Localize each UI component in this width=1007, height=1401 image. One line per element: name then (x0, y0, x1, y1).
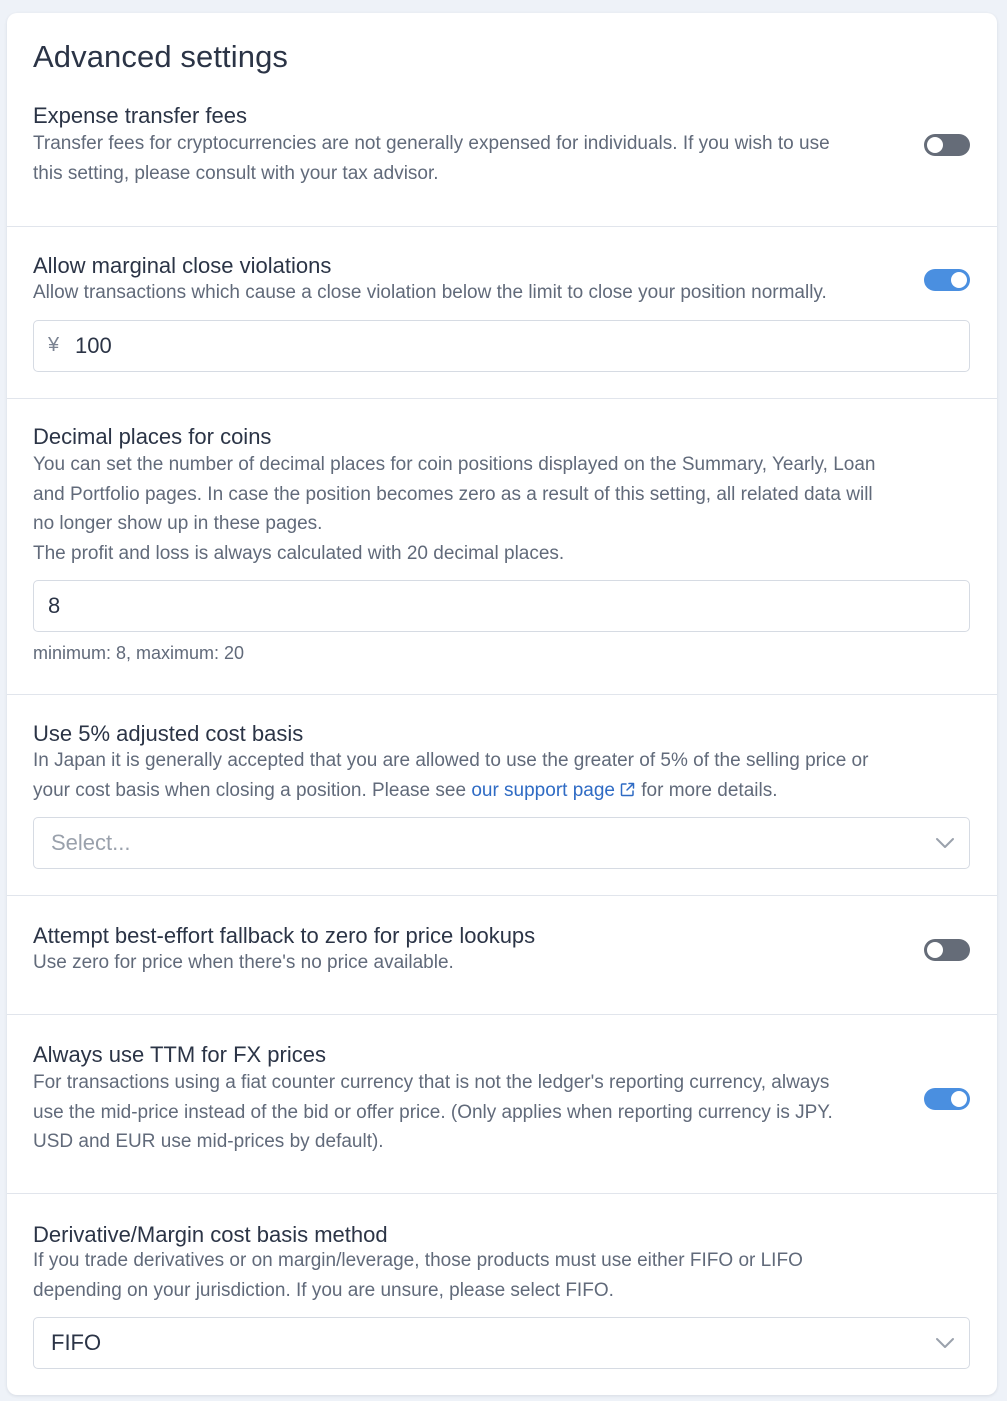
section-title: Use 5% adjusted cost basis (33, 721, 304, 746)
section-description: For transactions using a fiat counter cu… (33, 1072, 833, 1152)
section-decimal-places: Decimal places for coins You can set the… (7, 399, 997, 695)
selected-value: FIFO (51, 1330, 102, 1355)
marginal-limit-field[interactable]: ¥ (33, 320, 970, 372)
derivative-cost-basis-select[interactable]: FIFO (33, 1317, 970, 1369)
external-link-icon (620, 782, 635, 796)
section-description: You can set the number of decimal places… (33, 454, 876, 564)
marginal-close-violations-toggle[interactable] (924, 269, 970, 291)
chevron-down-icon (936, 838, 954, 848)
expense-transfer-fees-toggle[interactable] (924, 134, 970, 156)
section-title: Attempt best-effort fallback to zero for… (33, 923, 536, 948)
select-placeholder: Select... (51, 830, 131, 855)
section-description: Transfer fees for cryptocurrencies are n… (33, 133, 830, 184)
section-marginal-close-violations: Allow marginal close violations Allow tr… (7, 227, 997, 399)
toggle-knob (927, 137, 943, 153)
section-title: Always use TTM for FX prices (33, 1042, 326, 1067)
section-price-fallback: Attempt best-effort fallback to zero for… (7, 896, 997, 1015)
decimal-places-hint: minimum: 8, maximum: 20 (33, 643, 245, 663)
toggle-knob (951, 272, 967, 288)
support-page-link[interactable]: our support page (471, 780, 636, 801)
currency-prefix: ¥ (48, 334, 60, 356)
decimal-places-field[interactable] (33, 580, 970, 632)
adjusted-cost-basis-select[interactable]: Select... (33, 817, 970, 869)
section-ttm-fx-prices: Always use TTM for FX prices For transac… (7, 1015, 997, 1194)
section-title: Derivative/Margin cost basis method (33, 1222, 388, 1247)
chevron-down-icon (936, 1338, 954, 1348)
decimal-places-input[interactable] (48, 593, 948, 619)
section-description: Use zero for price when there's no price… (33, 952, 454, 973)
section-adjusted-cost-basis: Use 5% adjusted cost basis In Japan it i… (7, 695, 997, 896)
marginal-limit-input[interactable] (75, 333, 935, 359)
section-expense-transfer-fees: Expense transfer fees Transfer fees for … (7, 13, 997, 227)
section-title: Allow marginal close violations (33, 253, 332, 278)
section-title: Decimal places for coins (33, 424, 272, 449)
toggle-knob (951, 1091, 967, 1107)
advanced-settings-card: Advanced settings Expense transfer fees … (7, 13, 997, 1395)
price-fallback-toggle[interactable] (924, 939, 970, 961)
ttm-fx-prices-toggle[interactable] (924, 1088, 970, 1110)
toggle-knob (927, 942, 943, 958)
section-derivative-cost-basis: Derivative/Margin cost basis method If y… (7, 1194, 997, 1395)
section-title: Expense transfer fees (33, 103, 248, 128)
section-description: Allow transactions which cause a close v… (33, 282, 827, 303)
section-description: If you trade derivatives or on margin/le… (33, 1250, 803, 1301)
section-description: In Japan it is generally accepted that y… (33, 750, 869, 801)
